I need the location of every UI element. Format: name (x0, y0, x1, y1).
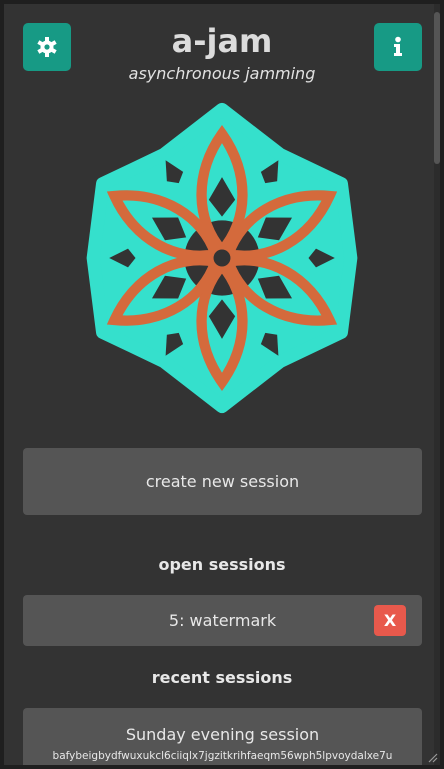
recent-sessions-heading: recent sessions (151, 668, 293, 687)
close-session-button[interactable]: X (374, 605, 406, 636)
open-sessions-heading: open sessions (158, 555, 286, 574)
logo-icon (86, 102, 358, 414)
recent-session-item[interactable]: Sunday evening session bafybeigbydfwuxuk… (23, 708, 422, 765)
scrollbar-thumb[interactable] (434, 12, 440, 164)
open-session-item[interactable]: 5: watermark (23, 595, 422, 646)
info-button[interactable] (374, 23, 422, 71)
recent-session-cid: bafybeigbydfwuxukcl6ciiqlx7jgzitkrihfaeq… (52, 750, 393, 762)
scrollbar[interactable] (434, 4, 440, 765)
create-session-button[interactable]: create new session (23, 448, 422, 515)
info-icon (394, 36, 402, 56)
app-frame: a-jam asynchronous jamming create new se… (4, 4, 440, 765)
recent-session-name: Sunday evening session (125, 725, 320, 744)
resize-handle-icon[interactable] (426, 751, 438, 763)
